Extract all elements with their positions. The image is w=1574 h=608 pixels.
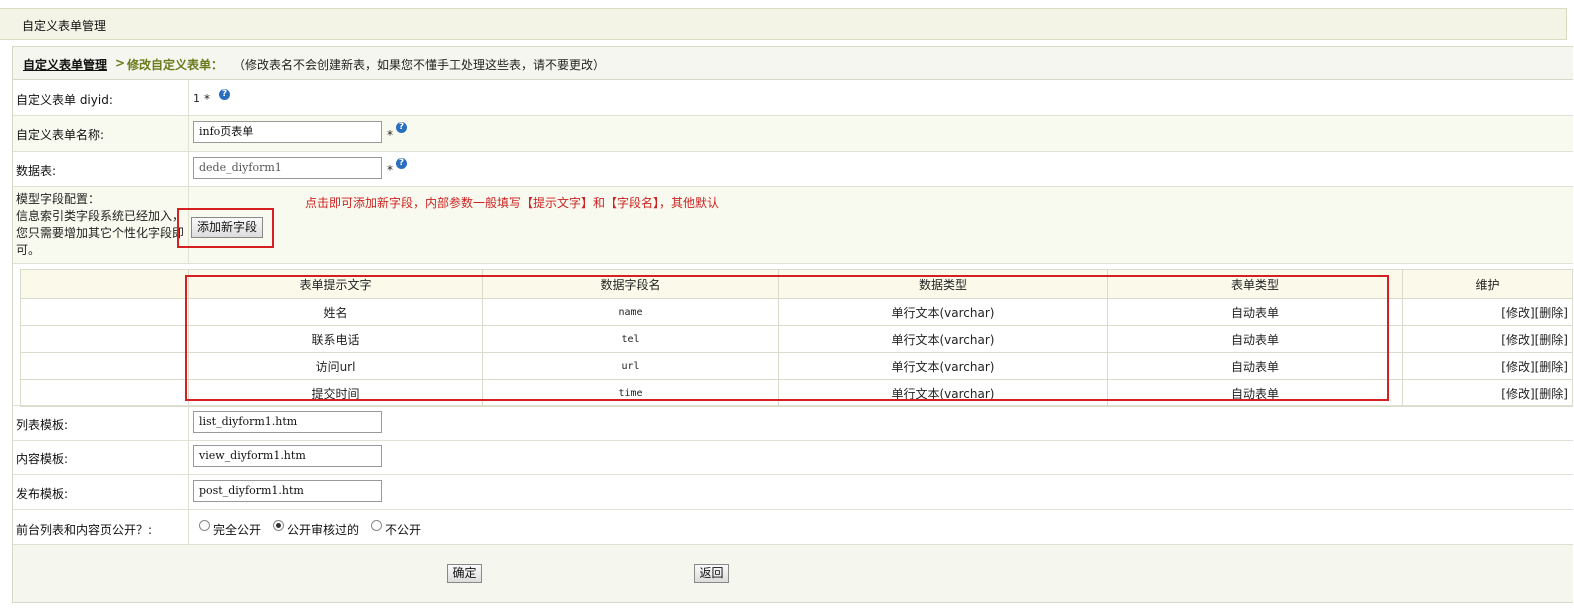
list-template-label: 列表模板: <box>16 418 69 432</box>
add-field-hint: 点击即可添加新字段，内部参数一般填写【提示文字】和【字段名】，其他默认 <box>305 196 720 210</box>
view-template-label: 内容模板: <box>16 452 69 466</box>
help-icon[interactable]: ? <box>396 122 407 133</box>
name-label: 自定义表单名称: <box>16 128 105 142</box>
table-cell-blank <box>20 352 189 380</box>
list-template-input[interactable]: list_diyform1.htm <box>193 411 382 433</box>
page-title: 自定义表单管理 <box>22 19 107 33</box>
post-template-row: 发布模板: post_diyform1.htm <box>13 475 1573 510</box>
model-fields-description: 模型字段配置： 信息索引类字段系统已经加入，您只需要增加其它个性化字段即可。 <box>16 191 186 259</box>
field-actions[interactable]: [修改][删除] <box>1402 325 1573 353</box>
breadcrumb-current: 修改自定义表单： <box>127 58 224 72</box>
fields-table-highlight <box>185 275 1389 401</box>
diyid-label: 自定义表单 diyid: <box>16 93 113 107</box>
radio-not-public-label[interactable]: 不公开 <box>385 521 421 538</box>
diyid-value: 1 <box>193 92 200 105</box>
edit-form-panel: 自定义表单管理 > 修改自定义表单： （修改表名不会创建新表，如果您不懂手工处理… <box>12 46 1573 603</box>
breadcrumb-home-link[interactable]: 自定义表单管理 <box>23 56 107 73</box>
table-header-blank <box>20 269 189 299</box>
radio-fully-public-label[interactable]: 完全公开 <box>213 521 261 538</box>
required-mark: * <box>387 128 393 142</box>
view-template-input[interactable]: view_diyform1.htm <box>193 445 382 467</box>
list-template-row: 列表模板: list_diyform1.htm <box>13 405 1573 441</box>
radio-fully-public[interactable] <box>199 520 210 531</box>
back-button[interactable]: 返回 <box>694 564 729 583</box>
required-mark: * <box>387 163 393 177</box>
model-fields-row: 模型字段配置： 信息索引类字段系统已经加入，您只需要增加其它个性化字段即可。 添… <box>13 187 1573 264</box>
public-visibility-label: 前台列表和内容页公开？: <box>16 523 153 537</box>
breadcrumb-separator: > <box>115 56 126 70</box>
post-template-input[interactable]: post_diyform1.htm <box>193 480 382 502</box>
data-table-input[interactable]: dede_diyform1 <box>193 157 382 179</box>
page-header: 自定义表单管理 <box>0 8 1567 40</box>
post-template-label: 发布模板: <box>16 487 69 501</box>
model-fields-desc: 信息索引类字段系统已经加入，您只需要增加其它个性化字段即可。 <box>16 209 185 257</box>
table-header: 维护 <box>1402 269 1573 299</box>
field-actions[interactable]: [修改][删除] <box>1402 352 1573 380</box>
table-cell-blank <box>20 325 189 353</box>
field-actions[interactable]: [修改][删除] <box>1402 298 1573 326</box>
breadcrumb-note: （修改表名不会创建新表，如果您不懂手工处理这些表，请不要更改） <box>233 58 606 72</box>
model-fields-label: 模型字段配置： <box>16 192 101 206</box>
help-icon[interactable]: ? <box>396 158 407 169</box>
table-cell-blank <box>20 379 189 407</box>
public-visibility-row: 前台列表和内容页公开？: 完全公开 公开审核过的 不公开 <box>13 510 1573 545</box>
confirm-button[interactable]: 确定 <box>447 564 482 583</box>
radio-not-public[interactable] <box>371 520 382 531</box>
name-row: 自定义表单名称: info页表单 * ? <box>13 116 1573 152</box>
help-icon[interactable]: ? <box>219 89 230 100</box>
radio-public-approved[interactable] <box>273 520 284 531</box>
form-actions: 确定 返回 <box>13 545 1573 602</box>
table-cell-blank <box>20 298 189 326</box>
table-row-field: 数据表: dede_diyform1 * ? <box>13 152 1573 187</box>
field-actions[interactable]: [修改][删除] <box>1402 379 1573 407</box>
diyid-row: 自定义表单 diyid: 1 * ? <box>13 80 1573 116</box>
required-mark: * <box>204 92 210 106</box>
view-template-row: 内容模板: view_diyform1.htm <box>13 440 1573 475</box>
table-label: 数据表: <box>16 164 57 178</box>
radio-public-approved-label[interactable]: 公开审核过的 <box>287 521 359 538</box>
breadcrumb: 自定义表单管理 > 修改自定义表单： （修改表名不会创建新表，如果您不懂手工处理… <box>13 47 1573 80</box>
form-name-input[interactable]: info页表单 <box>193 121 382 143</box>
add-field-button[interactable]: 添加新字段 <box>191 217 263 238</box>
